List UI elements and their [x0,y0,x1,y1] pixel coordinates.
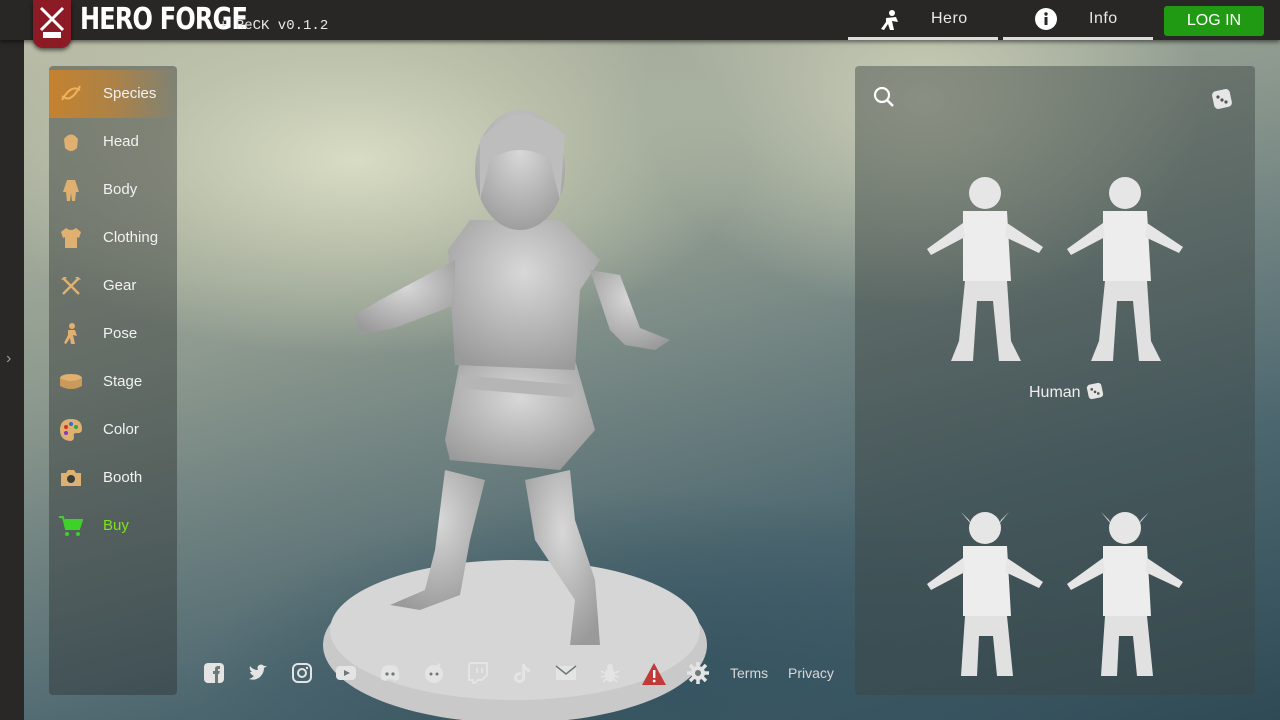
menu-label: Gear [103,277,137,294]
species-thumb-human-female[interactable] [923,171,1047,367]
head-icon [64,134,78,151]
tab-info[interactable]: Info [1003,0,1153,40]
menu-label: Body [103,181,138,198]
camera-icon [61,470,81,486]
terms-link[interactable]: Terms [730,665,768,681]
login-button[interactable]: LOG IN [1164,6,1264,36]
settings-icon[interactable] [687,662,709,684]
menu-label: Clothing [103,229,159,246]
menu-label: Pose [103,325,138,342]
twitch-icon[interactable] [467,662,489,684]
bug-icon[interactable] [599,662,621,684]
menu-item-body[interactable]: Body [49,166,177,214]
menu-item-species[interactable]: Species [49,70,177,118]
reddit-icon[interactable] [423,662,445,684]
tab-info-label: Info [1089,10,1118,27]
species-thumb-human-male[interactable] [1063,171,1187,367]
species-thumb-elf-male[interactable] [1063,506,1187,676]
crossed-axes-icon [61,276,81,295]
menu-item-gear[interactable]: Gear [49,262,177,310]
menu-label: Stage [103,373,143,390]
menu-item-booth[interactable]: Booth [49,454,177,502]
menu-item-color[interactable]: Color [49,406,177,454]
dice-randomize-icon[interactable] [1086,382,1104,400]
facebook-icon[interactable] [203,662,225,684]
youtube-icon[interactable] [335,662,357,684]
menu-label: Head [103,133,139,150]
menu-item-clothing[interactable]: Clothing [49,214,177,262]
hero-miniature-preview[interactable] [320,100,720,720]
shirt-icon [61,228,81,248]
menu-item-stage[interactable]: Stage [49,358,177,406]
chevron-right-icon[interactable]: › [6,350,11,368]
tab-hero-label: Hero [931,10,968,27]
menu-item-pose[interactable]: Pose [49,310,177,358]
species-group-label: Human [1029,384,1081,401]
palette-icon [60,419,82,441]
body-icon [63,180,79,201]
search-icon[interactable] [873,86,895,108]
cart-icon [59,516,83,536]
mail-icon[interactable] [555,662,577,684]
hero-forge-logo-shield[interactable] [33,0,71,48]
dice-randomize-icon[interactable] [1211,88,1233,110]
warning-icon[interactable] [641,662,667,686]
instagram-icon[interactable] [291,662,313,684]
top-bar: HERO FORGE + ReCK v0.1.2 Hero Info LOG I… [0,0,1280,48]
menu-label: Color [103,421,139,438]
info-icon [1035,8,1057,35]
tab-hero[interactable]: Hero [848,0,998,40]
dna-icon [61,85,81,101]
tiktok-icon[interactable] [511,662,533,684]
stage-base-icon [60,374,82,389]
discord-icon[interactable] [379,662,401,684]
menu-label: Species [103,85,157,102]
version-label: + ReCK v0.1.2 [219,18,329,34]
twitter-icon[interactable] [247,662,269,684]
hero-icon [878,8,902,37]
pose-icon [64,323,77,344]
privacy-link[interactable]: Privacy [788,665,834,681]
menu-item-buy[interactable]: Buy [49,502,177,550]
collapsed-drawer[interactable]: › [0,0,24,720]
species-thumb-elf-female[interactable] [923,506,1047,676]
menu-label: Buy [103,517,129,534]
menu-label: Booth [103,469,143,486]
species-panel: Human [855,66,1255,695]
category-menu: Species Head Body Clothing Gear Pose Sta… [49,66,177,695]
menu-item-head[interactable]: Head [49,118,177,166]
